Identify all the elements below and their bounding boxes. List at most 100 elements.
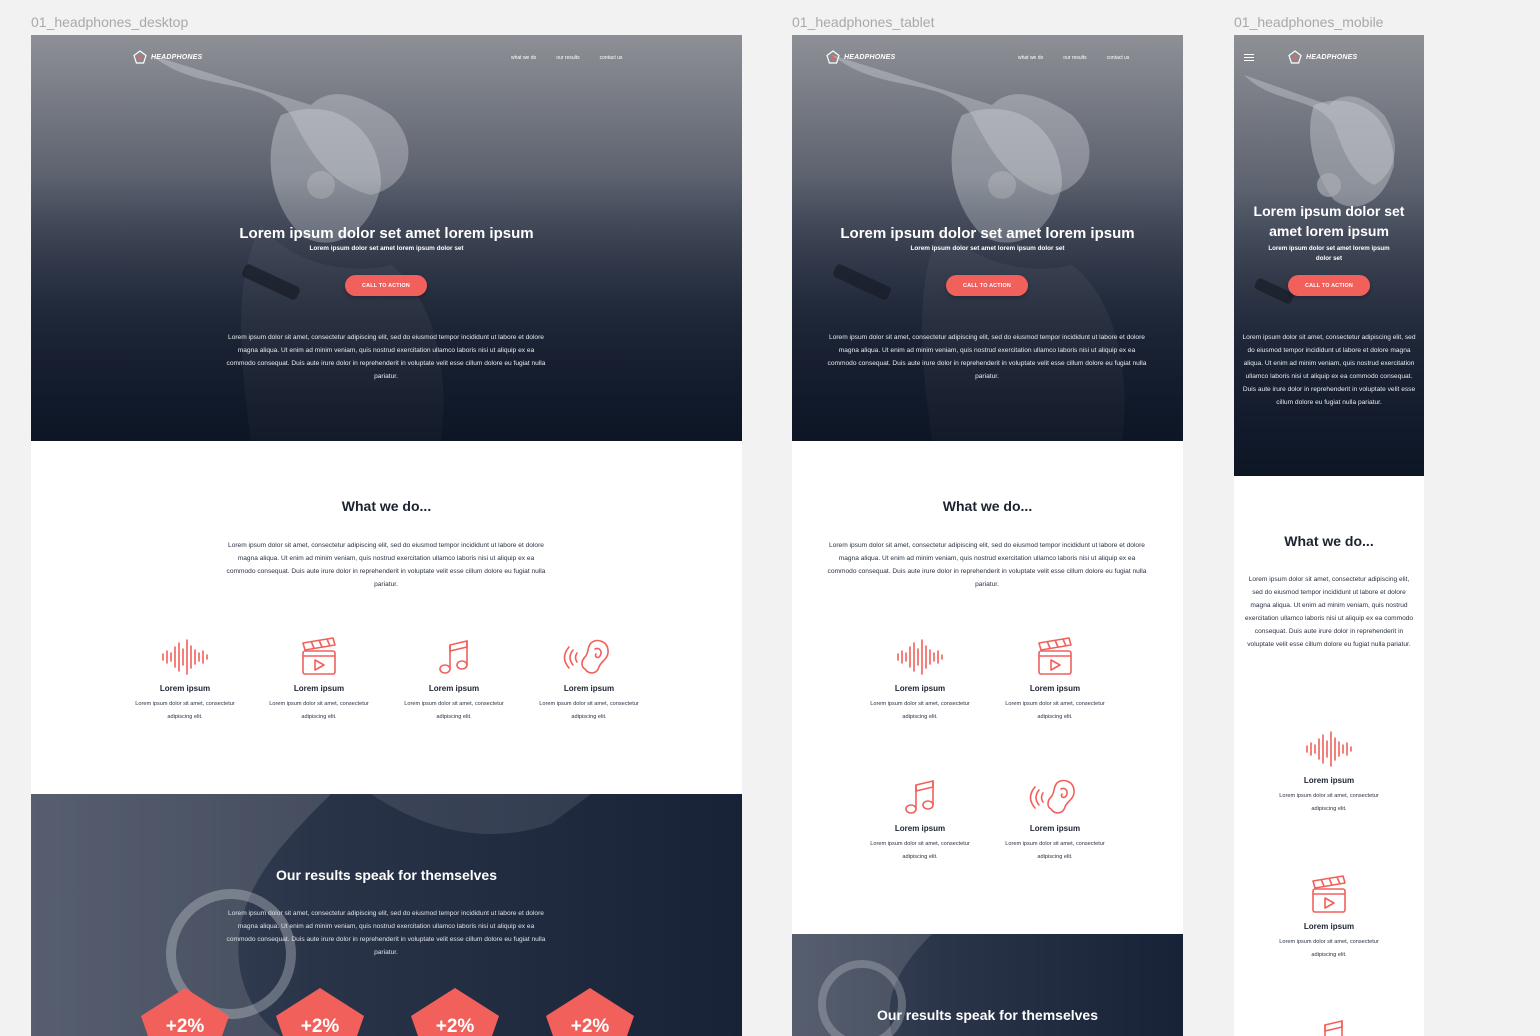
results-title: Our results speak for themselves [877,1007,1098,1023]
desktop-artboard[interactable]: HEADPHONES what we do our results contac… [31,35,742,1036]
feature-title: Lorem ipsum [1303,776,1355,785]
tablet-artboard[interactable]: HEADPHONES what we do our results contac… [792,35,1183,1036]
feature-description: Lorem ipsum dolor sit amet, consectetur … [870,841,970,860]
hero-title: Lorem ipsum dolor set amet lorem ipsum [1253,203,1405,239]
feature-item-4: Lorem ipsum Lorem ipsum dolor sit amet, … [539,637,639,724]
music-note-icon [439,639,468,674]
hero-subtitle: Lorem ipsum dolor set amet lorem ipsum d… [309,245,464,252]
stat-value: +2% [300,1016,340,1036]
nav-our-results[interactable]: our results [1063,55,1086,61]
sound-wave-icon [897,639,943,675]
clapperboard-icon [302,637,336,675]
feature-item-1: Lorem ipsum Lorem ipsum dolor sit amet, … [135,637,235,724]
clapperboard-icon [1312,875,1346,913]
hero-subtitle: Lorem ipsum dolor set amet lorem ipsum d… [1268,245,1390,262]
feature-item-2: Lorem ipsum Lorem ipsum dolor sit amet, … [1279,875,1379,962]
pentagon-logo-icon [1288,50,1302,64]
hero-title: Lorem ipsum dolor set amet lorem ipsum [840,225,1135,242]
nav-our-results[interactable]: our results [556,55,579,61]
feature-description: Lorem ipsum dolor sit amet, consectetur … [539,701,639,720]
feature-item-2: Lorem ipsum Lorem ipsum dolor sit amet, … [1005,637,1105,724]
logo[interactable]: HEADPHONES [133,50,202,64]
feature-item-1: Lorem ipsum Lorem ipsum dolor sit amet, … [1279,729,1379,816]
stat-value: +2% [165,1016,205,1036]
results-section: Our results speak for themselves [792,934,1183,1036]
ear-icon [1029,779,1075,814]
pentagon-logo-icon [826,50,840,64]
feature-title: Lorem ipsum [563,684,615,693]
feature-description: Lorem ipsum dolor sit amet, consectetur … [404,701,504,720]
stat-badge-2: +2% [272,986,368,1036]
hero-body-text: Lorem ipsum dolor sit amet, consectetur … [226,334,546,380]
cta-button[interactable]: CALL TO ACTION [1288,275,1370,296]
feature-item-1: Lorem ipsum Lorem ipsum dolor sit amet, … [870,637,970,724]
feature-title: Lorem ipsum [428,684,480,693]
feature-title: Lorem ipsum [293,684,345,693]
brand-name: HEADPHONES [844,53,896,61]
mobile-frame-label: 01_headphones_mobile [1234,14,1384,30]
what-we-do-body: Lorem ipsum dolor sit amet, consectetur … [1244,576,1414,648]
clapperboard-icon [1038,637,1072,675]
ear-icon [563,639,609,674]
hero-title: Lorem ipsum dolor set amet lorem ipsum [239,225,534,242]
main-nav: what we do our results contact us [511,55,622,61]
hero-subtitle: Lorem ipsum dolor set amet lorem ipsum d… [910,245,1065,252]
sound-wave-icon [162,639,208,675]
mobile-artboard[interactable]: HEADPHONES Lorem ipsum dolor set amet lo… [1234,35,1424,1036]
desktop-frame-label: 01_headphones_desktop [31,14,189,30]
logo[interactable]: HEADPHONES [1288,50,1357,64]
hero-section: HEADPHONES what we do our results contac… [31,35,742,441]
feature-item-3: Lorem ipsum Lorem ipsum dolor sit amet, … [404,637,504,724]
hamburger-menu-icon[interactable] [1244,54,1254,61]
stat-badge-3: +2% [407,986,503,1036]
brand-name: HEADPHONES [1306,53,1358,61]
tablet-frame-label: 01_headphones_tablet [792,14,935,30]
feature-title: Lorem ipsum [159,684,211,693]
stat-value: +2% [570,1016,610,1036]
music-note-icon [1324,1019,1343,1036]
feature-description: Lorem ipsum dolor sit amet, consectetur … [870,701,970,720]
feature-item-2: Lorem ipsum Lorem ipsum dolor sit amet, … [269,637,369,724]
main-nav: what we do our results contact us [1018,55,1129,61]
music-note-icon [905,779,934,814]
hero-section: HEADPHONES what we do our results contac… [792,35,1183,441]
hero-section: HEADPHONES Lorem ipsum dolor set amet lo… [1234,35,1424,476]
stat-badge-1: +2% [137,986,233,1036]
feature-description: Lorem ipsum dolor sit amet, consectetur … [1279,939,1379,958]
stat-badge-4: +2% [542,986,638,1036]
what-we-do-body: Lorem ipsum dolor sit amet, consectetur … [226,542,546,588]
results-section: Our results speak for themselves Lorem i… [31,794,742,1036]
results-title: Our results speak for themselves [276,867,497,883]
what-we-do-title: What we do... [942,498,1033,514]
stat-value: +2% [435,1016,475,1036]
nav-what-we-do[interactable]: what we do [511,55,536,61]
nav-contact-us[interactable]: contact us [600,55,623,61]
feature-description: Lorem ipsum dolor sit amet, consectetur … [1279,793,1379,812]
feature-item-4: Lorem ipsum Lorem ipsum dolor sit amet, … [1005,777,1105,864]
feature-description: Lorem ipsum dolor sit amet, consectetur … [1005,841,1105,860]
feature-description: Lorem ipsum dolor sit amet, consectetur … [269,701,369,720]
cta-button[interactable]: CALL TO ACTION [345,275,427,296]
sound-wave-icon [1306,731,1352,767]
nav-contact-us[interactable]: contact us [1107,55,1130,61]
feature-item-3 [1279,1017,1379,1036]
pentagon-logo-icon [133,50,147,64]
feature-title: Lorem ipsum [1303,922,1355,931]
feature-title: Lorem ipsum [1029,824,1081,833]
logo[interactable]: HEADPHONES [826,50,895,64]
feature-title: Lorem ipsum [1029,684,1081,693]
feature-description: Lorem ipsum dolor sit amet, consectetur … [135,701,235,720]
hero-body-text: Lorem ipsum dolor sit amet, consectetur … [1242,334,1416,406]
cta-button[interactable]: CALL TO ACTION [946,275,1028,296]
brand-name: HEADPHONES [151,53,203,61]
hero-body-text: Lorem ipsum dolor sit amet, consectetur … [827,334,1147,380]
results-body: Lorem ipsum dolor sit amet, consectetur … [226,910,546,956]
what-we-do-body: Lorem ipsum dolor sit amet, consectetur … [827,542,1147,588]
feature-item-3: Lorem ipsum Lorem ipsum dolor sit amet, … [870,777,970,864]
feature-title: Lorem ipsum [894,824,946,833]
feature-description: Lorem ipsum dolor sit amet, consectetur … [1005,701,1105,720]
what-we-do-title: What we do... [1284,533,1374,549]
feature-title: Lorem ipsum [894,684,946,693]
what-we-do-title: What we do... [341,498,432,514]
nav-what-we-do[interactable]: what we do [1018,55,1043,61]
